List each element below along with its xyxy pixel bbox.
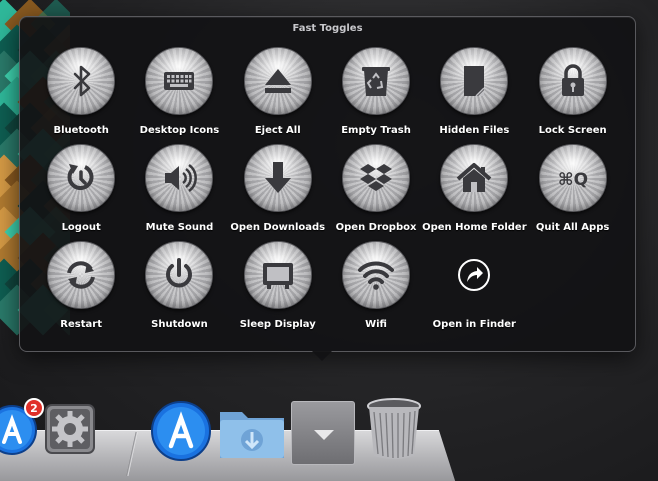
popup-title: Fast Toggles [292, 23, 363, 34]
toggle-shutdown[interactable]: Shutdown [130, 241, 228, 338]
toggle-label: Logout [61, 222, 101, 233]
downloads-folder-icon [220, 412, 284, 458]
toggle-wifi[interactable]: Wifi [327, 241, 425, 338]
logout-arrow-icon [67, 164, 94, 191]
eject-icon [264, 69, 291, 93]
toggle-label: Lock Screen [538, 125, 607, 136]
command-q-icon: ⌘Q [558, 170, 588, 190]
system-preferences-icon [45, 404, 95, 454]
app-store-icon [151, 401, 211, 461]
keyboard-icon [164, 72, 195, 90]
house-icon [457, 163, 492, 192]
toggle-grid: Bluetooth Desktop Icons Eject All Empty Tra… [32, 47, 622, 338]
svg-text:⌘Q: ⌘Q [558, 170, 588, 190]
down-arrow-icon [264, 162, 291, 193]
toggle-restart[interactable]: Restart [32, 241, 130, 338]
display-icon [262, 263, 293, 289]
trash-icon [367, 398, 421, 459]
toggle-label: Open Home Folder [422, 222, 527, 233]
share-arrow-icon [458, 259, 491, 291]
dock-downloads-folder[interactable] [216, 400, 288, 466]
toggle-sleep-display[interactable]: Sleep Display [229, 241, 327, 338]
open-dropbox-button[interactable] [342, 144, 411, 212]
toggle-open-dropbox[interactable]: Open Dropbox [327, 144, 425, 241]
hidden-document-icon [464, 66, 485, 97]
toggle-label: Hidden Files [439, 125, 510, 136]
mute-sound-button[interactable] [145, 144, 214, 212]
toggle-label: Desktop Icons [139, 125, 220, 136]
toggle-bluetooth[interactable]: Bluetooth [32, 47, 130, 144]
fast-toggles-popup: Fast Toggles Bluetooth Desktop Icons Eject… [19, 16, 636, 352]
open-downloads-button[interactable] [243, 144, 312, 212]
toggle-label: Shutdown [151, 319, 208, 330]
dock-app-store-2[interactable] [150, 400, 212, 466]
speaker-icon [165, 163, 198, 193]
toggle-desktop-icons[interactable]: Desktop Icons [130, 47, 228, 144]
desktop-icons-button[interactable] [145, 47, 214, 115]
dock-system-preferences[interactable] [44, 403, 96, 459]
toggle-open-downloads[interactable]: Open Downloads [229, 144, 327, 241]
toggle-label: Bluetooth [53, 125, 109, 136]
toggle-label: Empty Trash [341, 125, 411, 136]
wifi-icon [358, 261, 395, 290]
logout-button[interactable] [47, 144, 116, 212]
bluetooth-button[interactable] [47, 47, 116, 115]
open-in-finder-button[interactable] [440, 241, 508, 309]
toggle-open-home-folder[interactable]: Open Home Folder [422, 144, 527, 241]
notification-badge: 2 [24, 398, 44, 418]
toggle-label: Sleep Display [239, 319, 316, 330]
padlock-icon [561, 64, 584, 96]
dropbox-icon [360, 164, 393, 191]
shutdown-button[interactable] [145, 241, 214, 309]
eject-all-button[interactable] [243, 47, 312, 115]
wifi-button[interactable] [342, 241, 411, 309]
empty-trash-button[interactable] [342, 47, 411, 115]
toggle-empty-trash[interactable]: Empty Trash [327, 47, 425, 144]
open-home-folder-button[interactable] [440, 144, 509, 212]
toggle-mute-sound[interactable]: Mute Sound [130, 144, 228, 241]
bluetooth-icon [73, 65, 91, 97]
toggle-label: Open Downloads [230, 222, 326, 233]
quit-all-apps-button[interactable]: ⌘Q [538, 144, 607, 212]
toggle-quit-all-apps[interactable]: ⌘Q Quit All Apps [523, 144, 621, 241]
restart-button[interactable] [47, 241, 116, 309]
chevron-down-icon [314, 430, 334, 440]
toggle-label: Open in Finder [432, 319, 516, 330]
toggle-hidden-files[interactable]: Hidden Files [425, 47, 523, 144]
toggle-open-in-finder[interactable]: Open in Finder [425, 241, 523, 338]
sleep-display-button[interactable] [243, 241, 312, 309]
toggle-lock-screen[interactable]: Lock Screen [523, 47, 621, 144]
toggle-label: Eject All [254, 125, 301, 136]
dock-trash[interactable] [364, 396, 424, 466]
hidden-files-button[interactable] [440, 47, 509, 115]
toggle-label: Open Dropbox [335, 222, 417, 233]
lock-screen-button[interactable] [538, 47, 607, 115]
power-icon [166, 258, 193, 288]
recycle-bin-icon [362, 67, 391, 96]
dock-stack[interactable] [291, 401, 355, 465]
popup-pointer [312, 351, 332, 361]
toggle-label: Mute Sound [145, 222, 214, 233]
toggle-label: Wifi [365, 319, 387, 330]
toggle-label: Quit All Apps [535, 222, 610, 233]
toggle-label: Restart [60, 319, 102, 330]
restart-arrows-icon [67, 261, 96, 289]
toggle-logout[interactable]: Logout [32, 144, 130, 241]
toggle-eject-all[interactable]: Eject All [229, 47, 327, 144]
